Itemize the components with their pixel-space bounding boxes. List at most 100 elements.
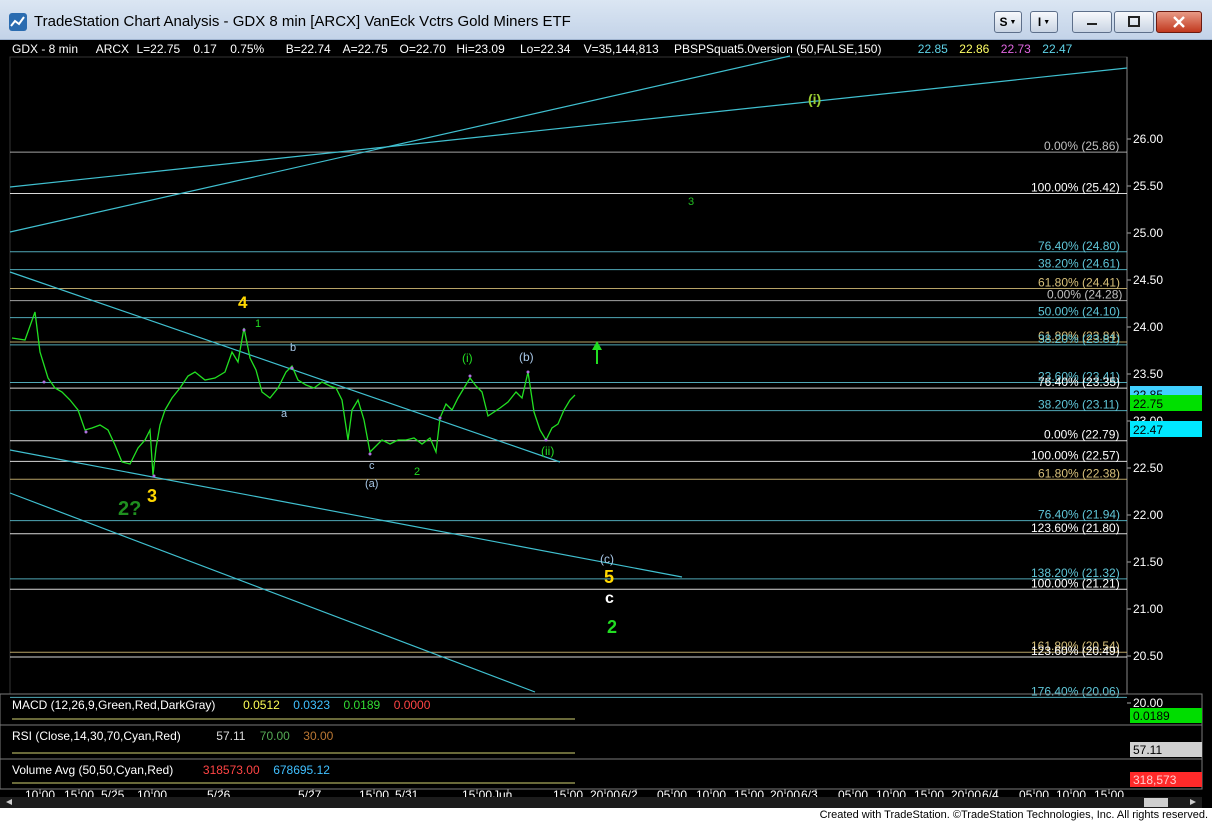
header-value: 22.73: [1001, 42, 1031, 56]
fib-level-label: 0.00% (22.79): [1044, 428, 1119, 442]
chart-canvas[interactable]: GDX - 8 min ARCX L=22.75 0.17 0.75% B=22.74 A=…: [0, 40, 1212, 808]
swing-marker: [152, 474, 156, 478]
volume-pane: [0, 758, 1203, 790]
price-axis-label: 24.50: [1133, 273, 1163, 287]
chart-area[interactable]: GDX - 8 min ARCX L=22.75 0.17 0.75% B=22.74 A=…: [0, 40, 1212, 808]
status-strip: Created with TradeStation. ©TradeStation…: [0, 808, 1212, 822]
wave-label: 2: [607, 617, 617, 637]
swing-marker: [526, 370, 530, 374]
swing-marker: [368, 452, 372, 456]
swing-marker: [42, 380, 46, 384]
header-value: 22.86: [959, 42, 989, 56]
volume-legend-v2: 678695.12: [273, 763, 330, 777]
i-button-label: I: [1037, 15, 1042, 29]
volume-legend-name: Volume Avg (50,50,Cyan,Red): [12, 763, 173, 777]
macd-badge-label: 0.0189: [1133, 709, 1170, 723]
price-badge-label: 22.47: [1133, 423, 1163, 437]
macd-legend-v2: 0.0323: [293, 698, 330, 712]
wave-label: a: [281, 408, 288, 420]
header-value: ARCX: [96, 42, 129, 56]
s-menu-button[interactable]: S ▼: [994, 11, 1022, 33]
fib-level-label: 38.20% (24.61): [1038, 257, 1120, 271]
wave-label: c: [369, 460, 375, 472]
wave-label: (i): [808, 91, 821, 107]
rsi-legend-v2: 70.00: [260, 729, 290, 743]
macd-legend-v3: 0.0189: [344, 698, 381, 712]
header-value: A=22.75: [343, 42, 388, 56]
price-axis-label: 23.50: [1133, 367, 1163, 381]
wave-label: (i): [462, 351, 473, 365]
wave-label: (b): [519, 350, 534, 364]
price-axis-label: 25.50: [1133, 179, 1163, 193]
fib-level-label: 38.20% (23.81): [1038, 332, 1120, 346]
trendline[interactable]: [9, 67, 1128, 188]
fib-level-label: 0.00% (25.86): [1044, 139, 1119, 153]
wave-label: 3: [688, 196, 694, 208]
horizontal-scrollbar[interactable]: [0, 797, 1202, 808]
swing-marker: [468, 374, 472, 378]
i-menu-button[interactable]: I ▼: [1030, 11, 1058, 33]
swing-marker: [290, 366, 294, 370]
fib-level-label: 100.00% (25.42): [1031, 181, 1120, 195]
fib-level-label: 76.40% (23.35): [1038, 375, 1120, 389]
trendline[interactable]: [9, 449, 683, 578]
header-value: O=22.70: [400, 42, 447, 56]
header-value: PBSPSquat5.0version (50,FALSE,150): [674, 42, 881, 56]
header-value: 22.47: [1042, 42, 1072, 56]
rsi-legend-v3: 30.00: [303, 729, 333, 743]
fib-level-label: 100.00% (22.57): [1031, 448, 1120, 462]
chevron-down-icon: ▼: [1009, 18, 1017, 26]
macd-legend-name: MACD (12,26,9,Green,Red,DarkGray): [12, 698, 215, 712]
wave-label: 4: [238, 293, 248, 312]
wave-label: c: [605, 590, 614, 607]
volume-legend-v1: 318573.00: [203, 763, 260, 777]
trendline[interactable]: [9, 492, 536, 693]
wave-label: (c): [600, 552, 614, 566]
price-axis-label: 21.50: [1133, 555, 1163, 569]
header-value: Lo=22.34: [520, 42, 571, 56]
title-bar: TradeStation Chart Analysis - GDX 8 min …: [0, 0, 1212, 40]
price-series-line[interactable]: [11, 311, 576, 476]
maximize-button[interactable]: [1114, 11, 1154, 33]
fib-level-label: 176.40% (20.06): [1031, 684, 1120, 698]
header-value: L=22.75: [137, 42, 181, 56]
maximize-icon: [1128, 16, 1140, 27]
trendline[interactable]: [9, 55, 791, 233]
header-value: GDX - 8 min: [12, 42, 78, 56]
swing-marker: [438, 416, 442, 420]
swing-marker: [242, 328, 246, 332]
fib-level-label: 61.80% (22.38): [1038, 466, 1120, 480]
rsi-legend-name: RSI (Close,14,30,70,Cyan,Red): [12, 729, 181, 743]
wave-label: 5: [604, 567, 614, 587]
header-value: 0.75%: [230, 42, 264, 56]
header-value: V=35,144,813: [584, 42, 659, 56]
scrollbar-thumb[interactable]: [1144, 798, 1168, 807]
wave-label: 2: [414, 466, 420, 478]
minimize-icon: [1087, 23, 1097, 25]
rsi-legend-v1: 57.11: [216, 729, 245, 743]
tradestation-icon: [9, 13, 27, 31]
fib-level-label: 76.40% (24.80): [1038, 239, 1120, 253]
header-value: Hi=23.09: [456, 42, 505, 56]
fib-level-label: 123.60% (21.80): [1031, 521, 1120, 535]
wave-label: (ii): [541, 444, 554, 458]
macd-legend-v4: 0.0000: [394, 698, 431, 712]
chevron-down-icon: ▼: [1043, 18, 1051, 26]
wave-label: 3: [147, 486, 157, 506]
fib-level-label: 38.20% (23.11): [1038, 398, 1119, 412]
fib-level-label: 123.60% (20.49): [1031, 644, 1120, 658]
close-icon: [1173, 16, 1185, 28]
swing-marker: [84, 430, 88, 434]
price-axis-label: 25.00: [1133, 226, 1163, 240]
macd-legend-v1: 0.0512: [243, 698, 280, 712]
price-badge-label: 22.75: [1133, 397, 1163, 411]
volume-badge-label: 318,573: [1133, 773, 1177, 787]
window-title: TradeStation Chart Analysis - GDX 8 min …: [34, 13, 571, 30]
fib-level-label: 100.00% (21.21): [1031, 576, 1120, 590]
price-axis-label: 21.00: [1133, 602, 1163, 616]
close-button[interactable]: [1156, 11, 1202, 33]
minimize-button[interactable]: [1072, 11, 1112, 33]
price-axis-label: 22.50: [1133, 461, 1163, 475]
fib-level-label: 76.40% (21.94): [1038, 508, 1120, 522]
wave-label: (a): [365, 478, 378, 490]
